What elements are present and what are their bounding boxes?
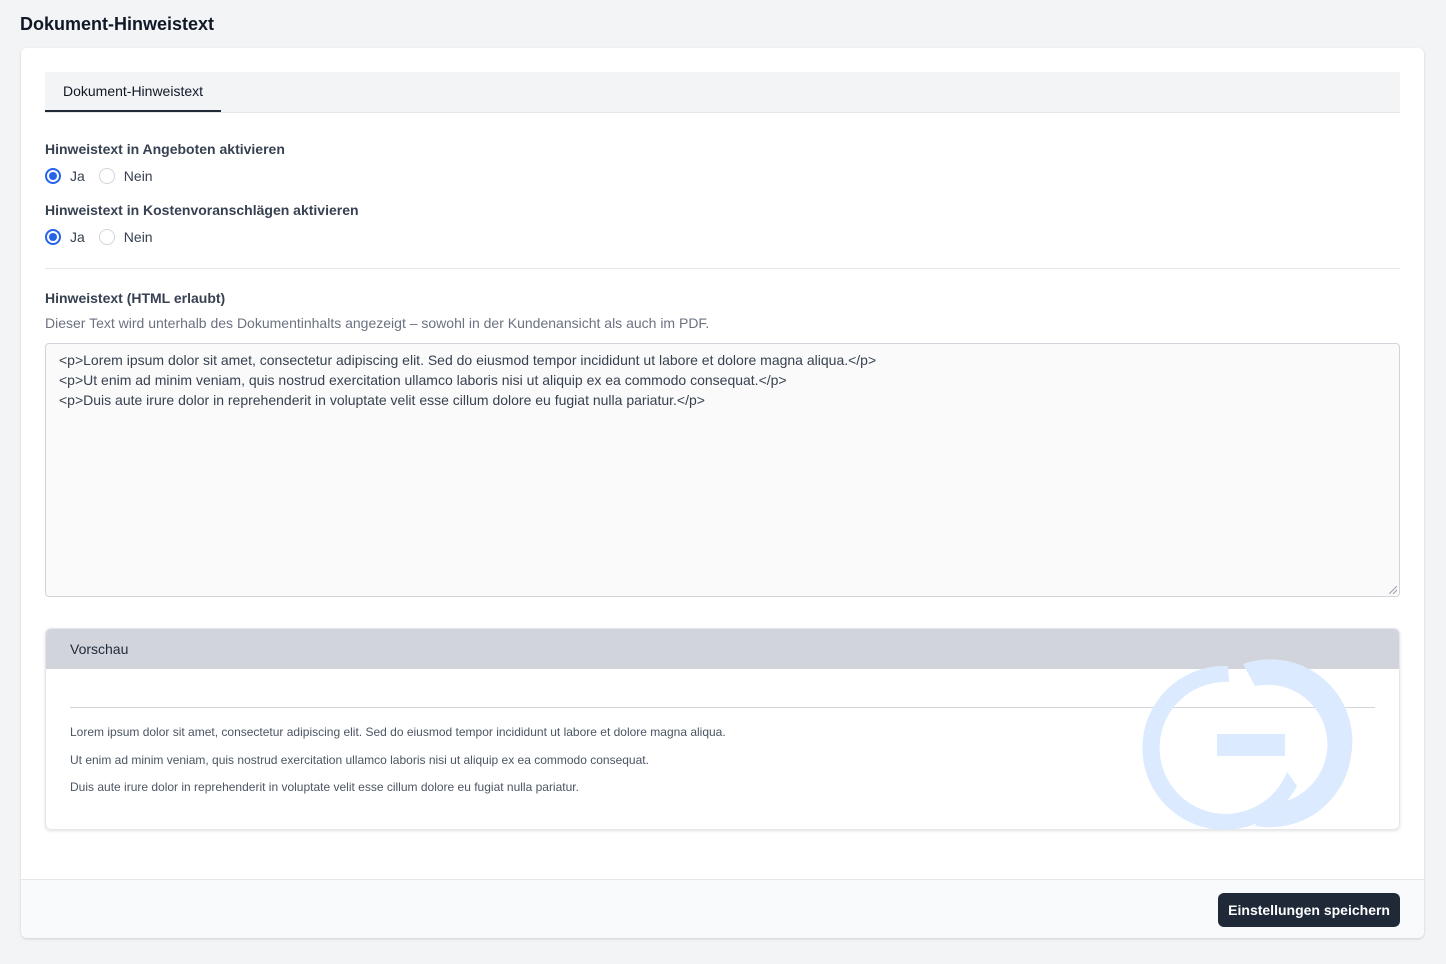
estimates-option-ja[interactable]: Ja: [45, 229, 85, 245]
textarea-line: <p>Lorem ipsum dolor sit amet, consectet…: [59, 352, 877, 368]
offers-option-nein-label: Nein: [123, 168, 153, 184]
html-textarea[interactable]: <p>Lorem ipsum dolor sit amet, consectet…: [45, 343, 1400, 597]
editor-help-text: Dieser Text wird unterhalb des Dokumenti…: [45, 315, 710, 331]
page-title: Dokument-Hinweistext: [20, 14, 215, 34]
tab-bar: Dokument-Hinweistext: [45, 72, 1400, 113]
textarea-line: <p>Ut enim ad minim veniam, quis nostrud…: [59, 372, 787, 388]
preview-title: Vorschau: [70, 641, 129, 657]
section-divider: [45, 268, 1400, 269]
estimates-radio-ja[interactable]: [45, 229, 61, 245]
estimates-label: Hinweistext in Kostenvoranschlägen aktiv…: [45, 202, 359, 218]
card-footer: Einstellungen speichern: [21, 879, 1424, 938]
offers-option-nein[interactable]: Nein: [98, 168, 153, 184]
estimates-radio-group: Ja Nein: [45, 227, 167, 247]
estimates-option-nein[interactable]: Nein: [98, 229, 153, 245]
offers-label: Hinweistext in Angeboten aktivieren: [45, 141, 285, 157]
resize-handle-icon[interactable]: [1389, 586, 1397, 594]
settings-card: Dokument-Hinweistext Hinweistext in Ange…: [21, 48, 1424, 938]
preview-paragraph: Lorem ipsum dolor sit amet, consectetur …: [70, 725, 726, 739]
offers-radio-group: Ja Nein: [45, 166, 167, 186]
save-settings-button[interactable]: Einstellungen speichern: [1218, 893, 1400, 927]
tab-dokument-hinweistext[interactable]: Dokument-Hinweistext: [45, 72, 221, 112]
preview-divider: [70, 707, 1375, 708]
preview-paragraph: Duis aute irure dolor in reprehenderit i…: [70, 780, 579, 794]
offers-radio-ja[interactable]: [45, 168, 61, 184]
estimates-option-nein-label: Nein: [123, 229, 153, 245]
preview-card: Vorschau Lorem ipsum dolor sit amet, con…: [45, 628, 1400, 830]
preview-header: Vorschau: [46, 629, 1399, 669]
preview-paragraph: Ut enim ad minim veniam, quis nostrud ex…: [70, 753, 649, 767]
offers-radio-nein[interactable]: [98, 168, 115, 184]
estimates-option-ja-label: Ja: [70, 229, 85, 245]
offers-option-ja-label: Ja: [70, 168, 85, 184]
editor-label: Hinweistext (HTML erlaubt): [45, 290, 226, 306]
offers-option-ja[interactable]: Ja: [45, 168, 85, 184]
estimates-radio-nein[interactable]: [98, 229, 115, 245]
textarea-line: <p>Duis aute irure dolor in reprehenderi…: [59, 392, 705, 408]
